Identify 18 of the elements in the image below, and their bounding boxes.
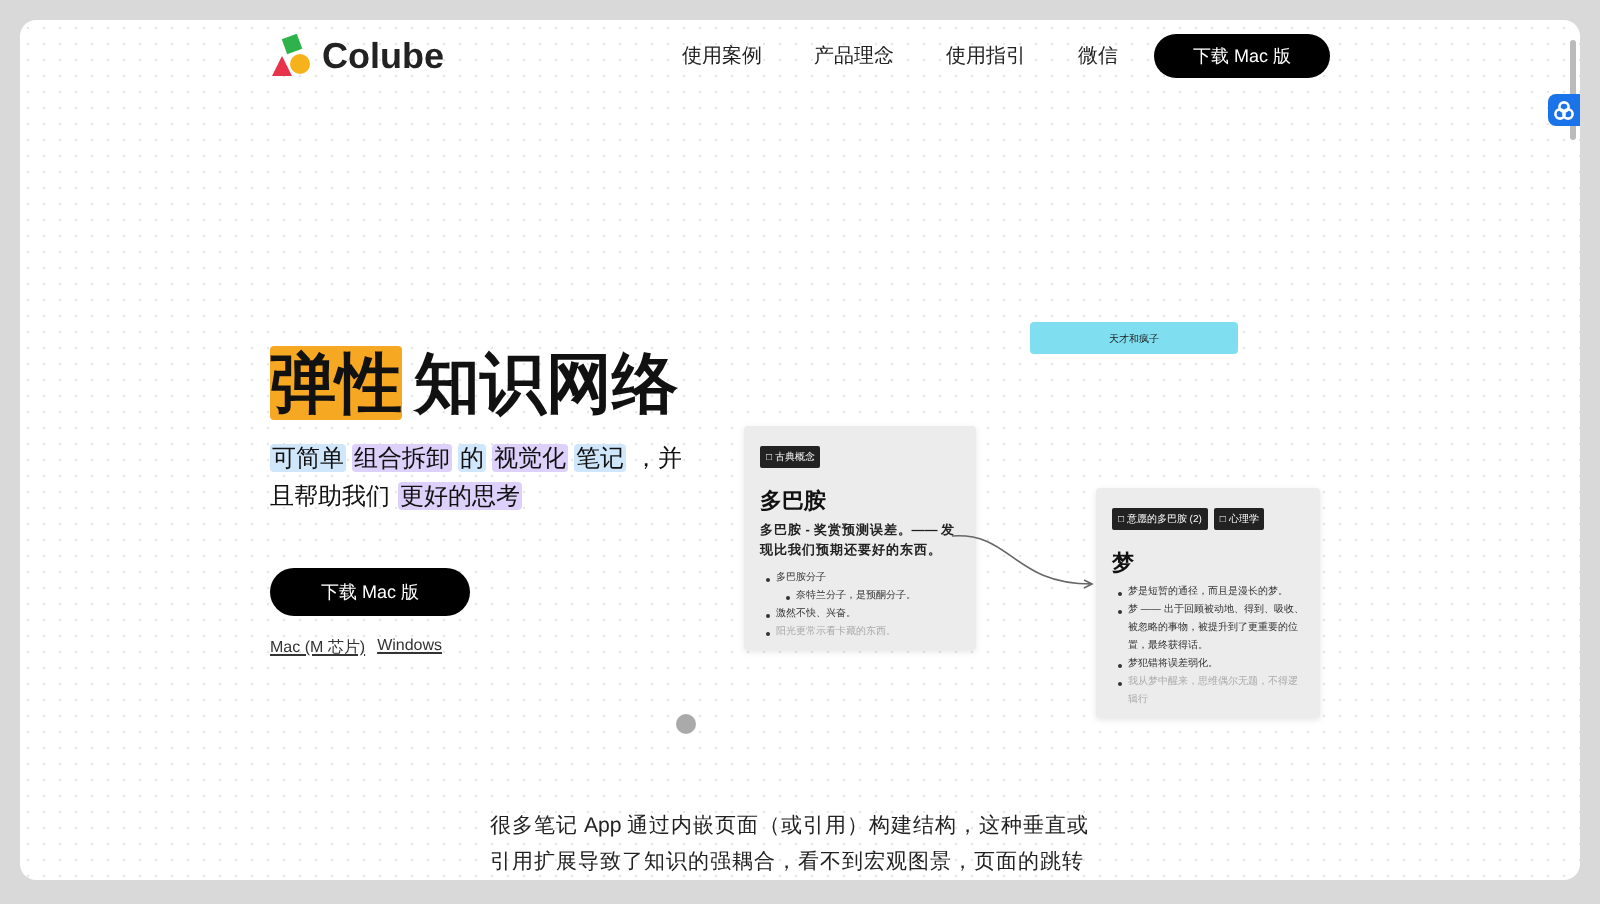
brand-name: Colube [322, 35, 444, 77]
hero-title: 弹性 知识网络 [270, 344, 680, 424]
intro-paragraph: 很多笔记 App 通过内嵌页面（或引用）构建结构，这种垂直或引用扩展导致了知识的强耦合，看不到宏观图景，页面的跳转 [490, 812, 1092, 878]
nav-link[interactable]: 使用案例 [682, 42, 762, 70]
download-button[interactable]: 下载 Mac 版 [270, 568, 470, 616]
platform-link[interactable]: Windows [377, 636, 443, 658]
translate-icon[interactable] [1548, 94, 1580, 126]
nav-link[interactable]: 使用指引 [946, 42, 1026, 70]
card-title: 多巴胺 [760, 487, 828, 516]
hero-subtitle: 可简单 组合拆卸 的 视觉化 笔记 ，并且帮助我们 更好的思考 [270, 442, 684, 514]
nav-link[interactable]: 微信 [1078, 42, 1118, 70]
card-title: 梦 [1112, 549, 1136, 578]
drag-handle[interactable] [676, 714, 696, 734]
download-button[interactable]: 下载 Mac 版 [1154, 34, 1330, 78]
platform-link[interactable]: Mac (M 芯片) [270, 636, 366, 658]
logo-icon [270, 34, 314, 78]
connector-line [952, 535, 1093, 589]
nav-link[interactable]: 产品理念 [814, 42, 894, 70]
